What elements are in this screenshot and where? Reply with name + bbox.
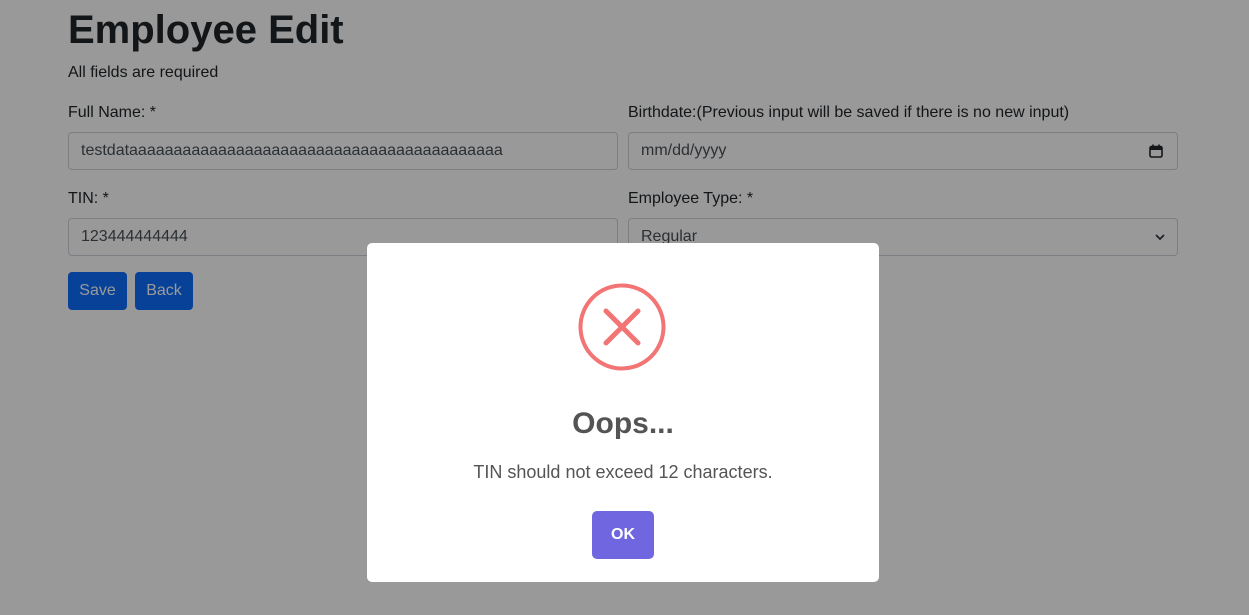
error-dialog: Oops... TIN should not exceed 12 charact… bbox=[367, 243, 879, 582]
ok-button[interactable]: OK bbox=[592, 511, 654, 559]
dialog-message: TIN should not exceed 12 characters. bbox=[473, 462, 773, 482]
error-x-icon bbox=[578, 283, 666, 371]
dialog-title: Oops... bbox=[572, 407, 674, 440]
